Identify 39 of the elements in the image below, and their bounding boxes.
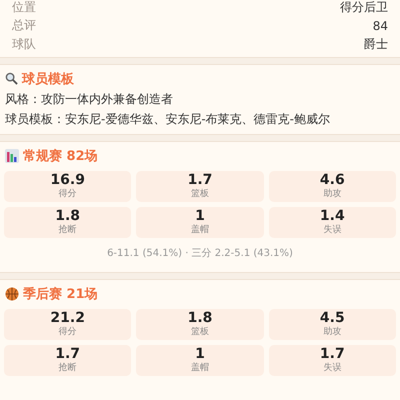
stat-label: 失误 xyxy=(323,224,342,236)
field-label: 球队 xyxy=(12,36,36,53)
stat-value: 1.4 xyxy=(320,208,345,224)
stat-label: 篮板 xyxy=(190,188,209,200)
stat-label: 得分 xyxy=(58,326,77,338)
field-value: 得分后卫 xyxy=(340,0,388,16)
stat-label: 得分 xyxy=(58,188,77,200)
stat-value: 1 xyxy=(195,208,205,224)
field-label: 总评 xyxy=(12,17,36,34)
stat-label: 失误 xyxy=(323,362,342,374)
stat-value: 21.2 xyxy=(50,310,85,326)
stat-label: 盖帽 xyxy=(190,362,209,374)
section-title: 季后赛 21场 xyxy=(23,286,98,302)
basketball-icon xyxy=(5,286,19,300)
bar-chart-icon xyxy=(5,148,19,162)
field-label: 位置 xyxy=(12,0,36,16)
stat-value: 1.7 xyxy=(320,346,345,362)
stat-value: 4.6 xyxy=(320,172,345,188)
stat-value: 1 xyxy=(195,346,205,362)
section-title: 常规赛 82场 xyxy=(23,148,98,164)
template-text: 风格：攻防一体内外兼备创造者 xyxy=(4,90,174,108)
stat-value: 4.5 xyxy=(320,310,345,326)
search-icon xyxy=(5,72,18,85)
stat-label: 篮板 xyxy=(190,326,209,338)
stat-label: 助攻 xyxy=(323,188,342,200)
stat-value: 1.8 xyxy=(188,310,212,326)
field-value: 爵士 xyxy=(364,36,388,53)
stat-value: 1.7 xyxy=(55,346,80,362)
field-value: 84 xyxy=(372,18,388,33)
stat-label: 抢断 xyxy=(58,224,77,236)
stat-label: 抢断 xyxy=(58,362,77,374)
stat-value: 1.8 xyxy=(55,208,80,224)
stat-label: 盖帽 xyxy=(190,224,209,236)
template-text: 球员模板：安东尼-爱德华兹、安东尼-布莱克、德雷克-鲍威尔 xyxy=(4,110,331,128)
shooting-summary: 6-11.1 (54.1%) · 三分 2.2-5.1 (43.1%) xyxy=(106,246,294,260)
stat-value: 16.9 xyxy=(50,172,85,188)
stat-label: 助攻 xyxy=(323,326,342,338)
stat-value: 1.7 xyxy=(188,172,212,188)
section-title: 球员模板 xyxy=(22,70,74,88)
